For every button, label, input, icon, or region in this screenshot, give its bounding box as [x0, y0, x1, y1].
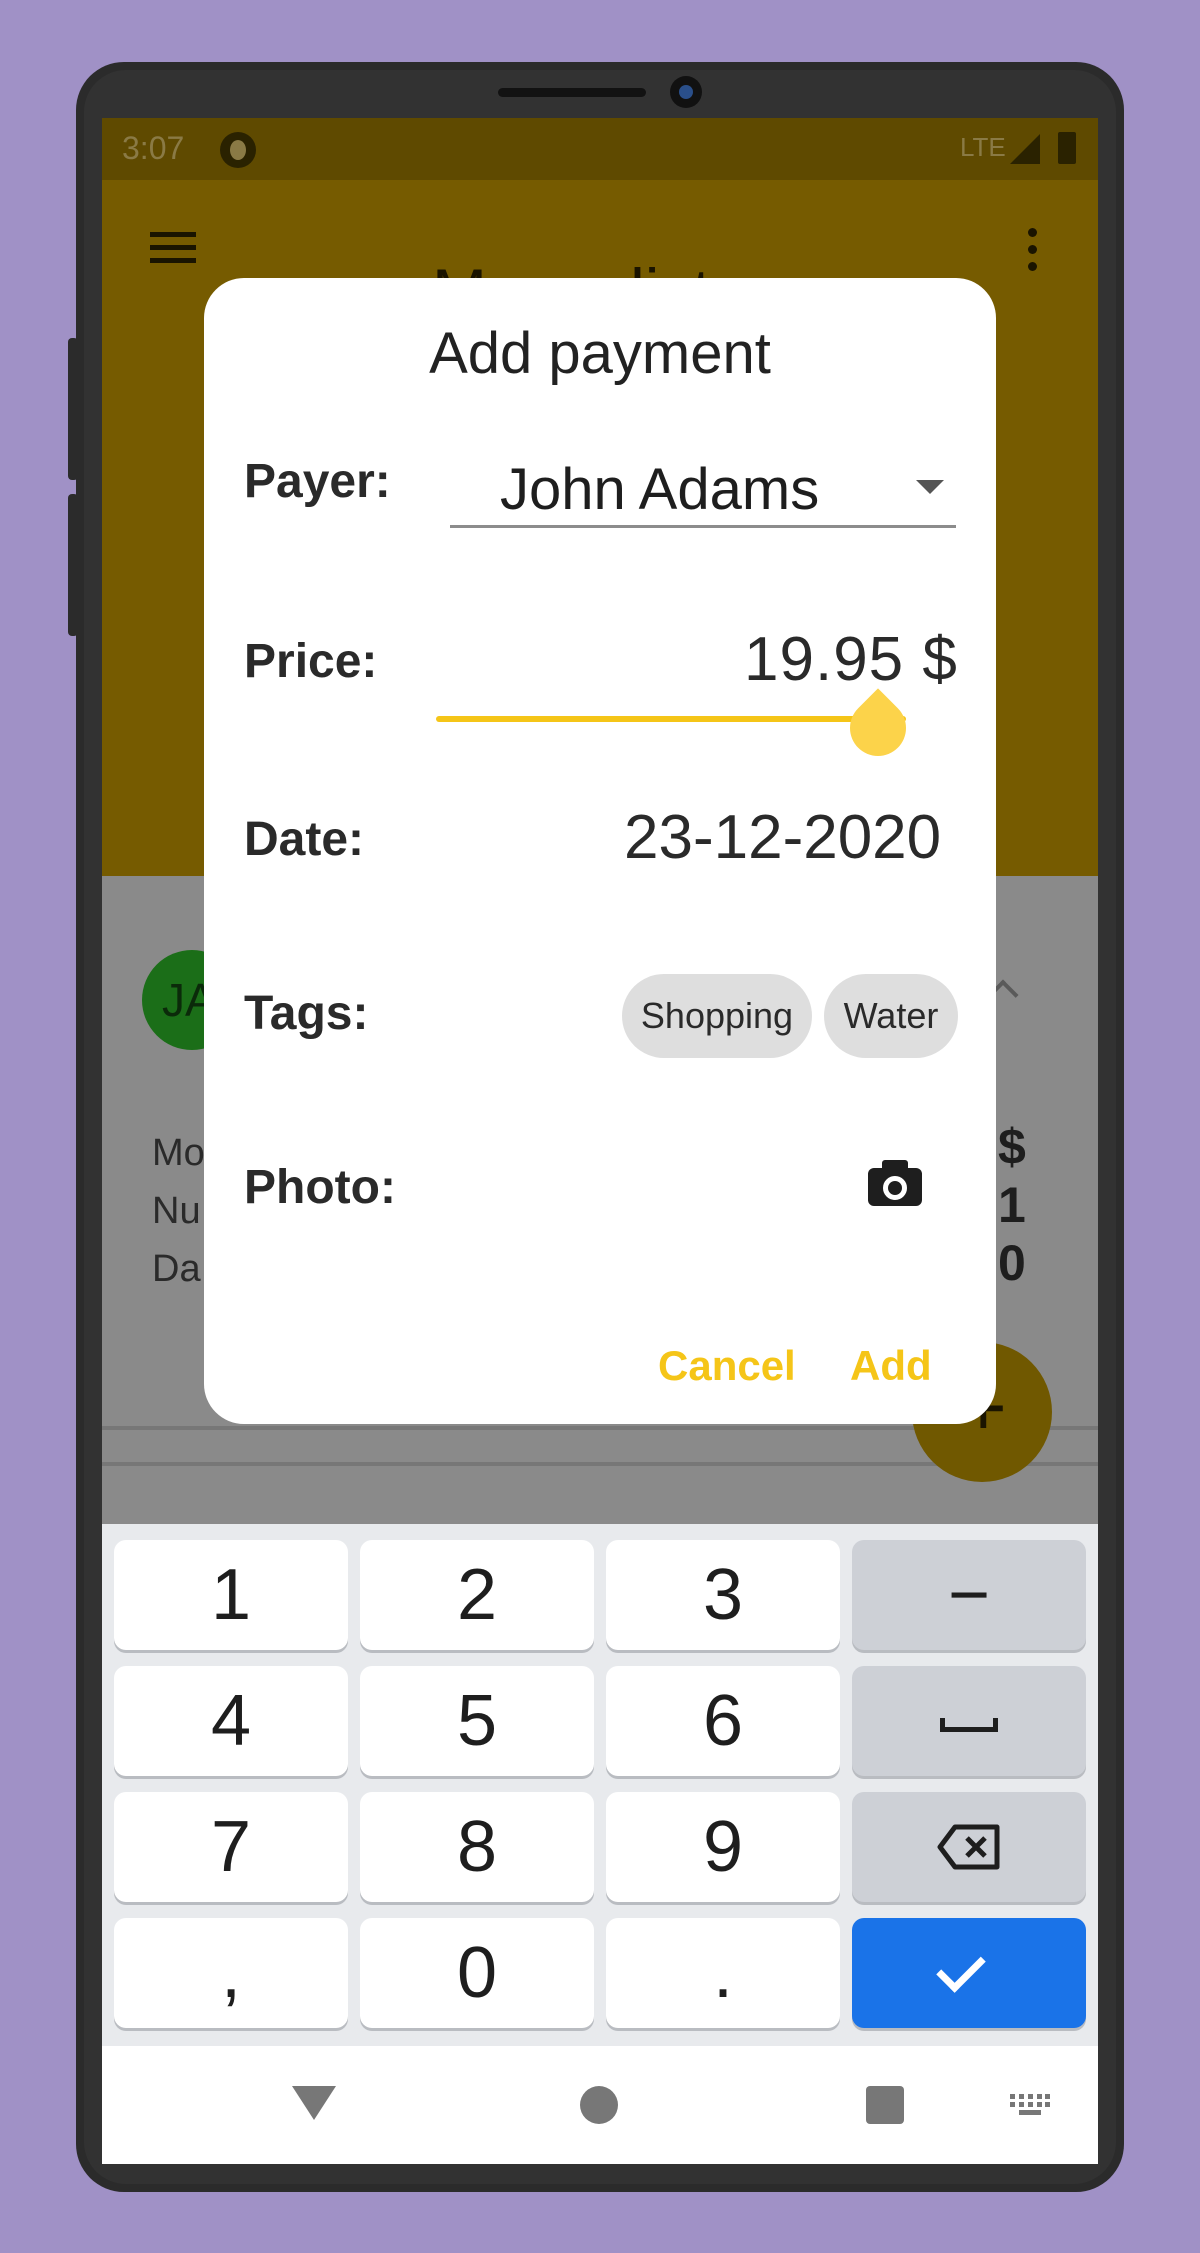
check-icon — [936, 1943, 986, 1993]
key-6[interactable]: 6 — [606, 1666, 840, 1776]
key-2[interactable]: 2 — [360, 1540, 594, 1650]
slider-track — [436, 716, 906, 722]
back-icon[interactable] — [292, 2086, 336, 2120]
notification-icon — [220, 132, 256, 168]
price-value[interactable]: 19.95 $ — [744, 624, 958, 695]
add-payment-dialog: Add payment Payer: John Adams Price: 19.… — [204, 278, 996, 1424]
speaker-grille — [498, 88, 646, 97]
status-bar: 3:07 LTE — [102, 118, 1098, 180]
key-4[interactable]: 4 — [114, 1666, 348, 1776]
price-currency: $ — [922, 625, 958, 694]
key-8[interactable]: 8 — [360, 1792, 594, 1902]
payer-dropdown[interactable]: John Adams — [450, 446, 956, 528]
price-label: Price: — [244, 635, 378, 688]
key-5[interactable]: 5 — [360, 1666, 594, 1776]
date-value[interactable]: 23-12-2020 — [624, 802, 941, 873]
photo-label: Photo: — [244, 1161, 396, 1214]
tag-chip-shopping[interactable]: Shopping — [622, 974, 812, 1058]
camera-icon[interactable] — [868, 1160, 922, 1206]
backspace-icon — [937, 1824, 1000, 1870]
key-backspace[interactable] — [852, 1792, 1086, 1902]
card-value: $ — [998, 1119, 1026, 1175]
dialog-title: Add payment — [429, 321, 771, 386]
status-time: 3:07 — [122, 130, 185, 166]
dropdown-arrow-icon — [916, 480, 944, 494]
front-camera — [670, 76, 702, 108]
add-button[interactable]: Add — [850, 1342, 932, 1390]
cancel-button[interactable]: Cancel — [658, 1342, 796, 1390]
key-comma[interactable]: , — [114, 1918, 348, 2028]
payer-label: Payer: — [244, 455, 391, 508]
key-minus[interactable]: − — [852, 1540, 1086, 1650]
power-button — [68, 494, 78, 636]
card-labels: Mo Nu Da — [152, 1124, 205, 1298]
key-0[interactable]: 0 — [360, 1918, 594, 2028]
slider-thumb[interactable] — [838, 688, 918, 768]
price-slider[interactable] — [436, 688, 918, 768]
recents-icon[interactable] — [866, 2086, 904, 2124]
numeric-keyboard: 1 2 3 − 4 5 6 7 8 9 , 0 . — [102, 1524, 1098, 2046]
card-value: 0 — [998, 1235, 1026, 1291]
key-period[interactable]: . — [606, 1918, 840, 2028]
network-type: LTE — [960, 132, 1006, 162]
tag-chip-water[interactable]: Water — [824, 974, 958, 1058]
card-value: 1 — [998, 1177, 1026, 1233]
key-7[interactable]: 7 — [114, 1792, 348, 1902]
card-label: Nu — [152, 1190, 201, 1232]
keyboard-switch-icon[interactable] — [1010, 2094, 1050, 2116]
date-label: Date: — [244, 813, 365, 866]
payer-value: John Adams — [500, 457, 820, 522]
card-label: Mo — [152, 1132, 205, 1174]
card-values: $ 1 0 — [998, 1118, 1026, 1292]
card-label: Da — [152, 1248, 201, 1290]
price-amount: 19.95 — [744, 625, 905, 694]
key-1[interactable]: 1 — [114, 1540, 348, 1650]
battery-icon — [1058, 132, 1076, 164]
more-options-icon[interactable] — [1028, 228, 1038, 272]
tags-label: Tags: — [244, 987, 369, 1040]
space-icon — [940, 1718, 998, 1732]
key-9[interactable]: 9 — [606, 1792, 840, 1902]
key-space[interactable] — [852, 1666, 1086, 1776]
signal-icon — [1010, 134, 1040, 164]
navigation-bar — [102, 2046, 1098, 2164]
menu-icon[interactable] — [150, 232, 196, 266]
home-icon[interactable] — [580, 2086, 618, 2124]
volume-button — [68, 338, 78, 480]
screen: 3:07 LTE Moneylist JA Mo Nu Da $ 1 0 Add… — [102, 118, 1098, 2164]
key-3[interactable]: 3 — [606, 1540, 840, 1650]
key-enter[interactable] — [852, 1918, 1086, 2028]
